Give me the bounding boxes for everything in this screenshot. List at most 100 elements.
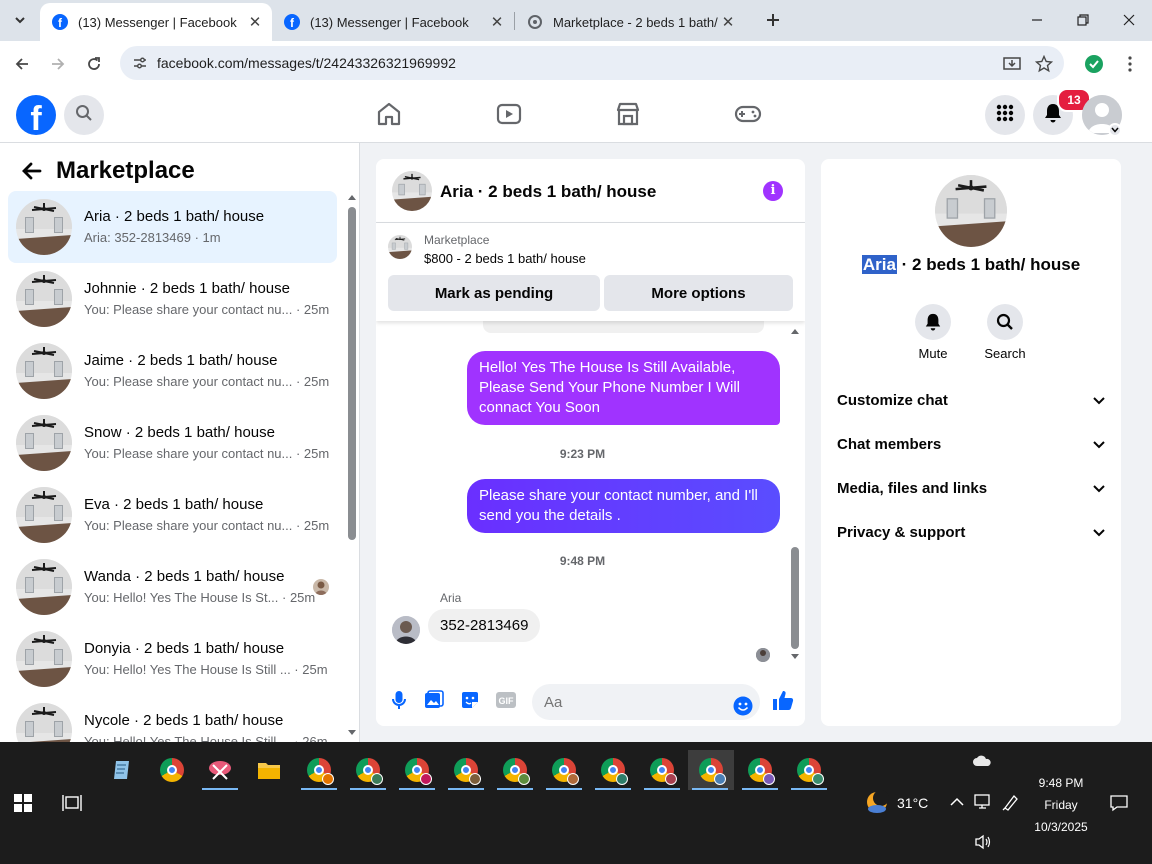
privacy-support-section[interactable]: Privacy & support — [829, 510, 1113, 554]
chrome-profile-icon[interactable] — [444, 750, 488, 790]
home-icon[interactable] — [375, 100, 403, 128]
conversation-item[interactable]: Donyia · 2 beds 1 bath/ house You: Hello!… — [8, 623, 337, 695]
menu-grid-button[interactable] — [985, 95, 1025, 135]
video-icon[interactable] — [495, 100, 523, 128]
gaming-icon[interactable] — [734, 100, 762, 128]
conversation-item[interactable]: Johnnie · 2 beds 1 bath/ house You: Pleas… — [8, 263, 337, 335]
microphone-icon[interactable] — [388, 689, 410, 711]
account-chevron-down-icon[interactable] — [1108, 123, 1122, 137]
listing-thumbnail — [16, 487, 72, 543]
listing-thumbnail — [16, 559, 72, 615]
chrome-profile-icon[interactable] — [395, 750, 439, 790]
close-window-icon[interactable] — [1106, 0, 1152, 40]
site-settings-icon[interactable] — [132, 55, 148, 76]
conversation-item[interactable]: Wanda · 2 beds 1 bath/ house You: Hello! … — [8, 551, 337, 623]
incoming-message[interactable]: 352-2813469 — [428, 609, 541, 642]
forward-arrow-icon[interactable] — [44, 50, 72, 78]
extension-icon[interactable] — [1080, 50, 1108, 78]
outgoing-message[interactable]: Hello! Yes The House Is Still Available,… — [467, 351, 780, 425]
tab-close-icon[interactable]: ✕ — [488, 13, 506, 31]
chrome-profile-m-icon[interactable] — [297, 750, 341, 790]
conversation-item[interactable]: Snow · 2 beds 1 bath/ house You: Please s… — [8, 407, 337, 479]
listing-title[interactable]: $800 - 2 beds 1 bath/ house — [424, 251, 586, 266]
marketplace-icon[interactable] — [614, 100, 642, 128]
emoji-icon[interactable] — [732, 695, 754, 717]
reload-icon[interactable] — [80, 50, 108, 78]
address-bar[interactable]: facebook.com/messages/t/2424332632196999… — [120, 46, 1064, 80]
weather-moon-icon[interactable] — [864, 790, 890, 819]
listing-avatar[interactable] — [392, 171, 432, 211]
chrome-profile-icon[interactable] — [493, 750, 537, 790]
network-icon[interactable] — [974, 794, 992, 813]
install-app-icon[interactable] — [998, 50, 1026, 78]
back-arrow-icon[interactable] — [8, 50, 36, 78]
browser-tab-messenger-2[interactable]: f (13) Messenger | Facebook ✕ — [272, 3, 514, 41]
listing-large-avatar[interactable] — [935, 175, 1007, 247]
page-scrollbar[interactable] — [1137, 143, 1152, 742]
mute-action[interactable]: Mute — [903, 304, 963, 361]
new-tab-plus-icon[interactable] — [750, 0, 796, 40]
chrome-profile-active-icon[interactable] — [688, 750, 734, 790]
sticker-icon[interactable] — [459, 689, 481, 711]
chrome-profile-icon[interactable] — [640, 750, 684, 790]
bookmark-star-icon[interactable] — [1030, 50, 1058, 78]
like-thumbs-up-icon[interactable] — [772, 689, 794, 711]
search-label: Search — [984, 346, 1026, 361]
show-hidden-icons-chevron-icon[interactable] — [950, 794, 964, 810]
task-view-icon[interactable] — [62, 794, 82, 815]
conversation-item[interactable]: Nycole · 2 beds 1 bath/ house You: Hello!… — [8, 695, 337, 742]
back-arrow-icon[interactable] — [18, 157, 46, 185]
conversation-name: Snow · 2 beds 1 bath/ house — [84, 424, 275, 441]
conversation-name: Nycole · 2 beds 1 bath/ house — [84, 712, 284, 729]
restore-window-icon[interactable] — [1060, 0, 1106, 40]
facebook-search-button[interactable] — [64, 95, 104, 135]
chrome-app-icon[interactable] — [150, 750, 194, 790]
weather-temperature[interactable]: 31°C — [897, 795, 928, 811]
outgoing-message[interactable]: Please share your contact number, and I'… — [467, 479, 780, 533]
browser-tab-messenger-1[interactable]: f (13) Messenger | Facebook ✕ — [40, 3, 272, 41]
notepad-app-icon[interactable] — [100, 750, 144, 790]
mark-as-pending-button[interactable]: Mark as pending — [388, 275, 600, 311]
tab-close-icon[interactable]: ✕ — [719, 13, 737, 31]
search-action[interactable]: Search — [975, 304, 1035, 361]
windows-start-icon[interactable] — [14, 794, 32, 815]
conversation-item[interactable]: Aria · 2 beds 1 bath/ house Aria: 352-281… — [8, 191, 337, 263]
chrome-profile-icon[interactable] — [787, 750, 831, 790]
onedrive-cloud-icon[interactable] — [972, 754, 992, 770]
more-options-button[interactable]: More options — [604, 275, 793, 311]
conversation-item[interactable]: Jaime · 2 beds 1 bath/ house You: Please … — [8, 335, 337, 407]
chrome-profile-icon[interactable] — [346, 750, 390, 790]
sidebar-scrollbar[interactable] — [347, 195, 357, 735]
gif-icon[interactable]: GIF — [495, 689, 517, 711]
notification-center-icon[interactable] — [1110, 794, 1128, 815]
info-icon[interactable]: i — [763, 181, 783, 201]
chevron-down-icon — [1093, 524, 1105, 541]
snipping-tool-icon[interactable] — [198, 750, 242, 790]
message-input[interactable] — [532, 684, 760, 720]
thread-scrollbar[interactable] — [789, 321, 801, 661]
listing-thumbnail[interactable] — [388, 235, 412, 259]
facebook-logo-icon[interactable]: f — [16, 95, 56, 135]
chat-members-section[interactable]: Chat members — [829, 422, 1113, 466]
sender-avatar[interactable] — [392, 616, 420, 644]
browser-menu-icon[interactable] — [1116, 50, 1144, 78]
tab-search-chevron-icon[interactable] — [0, 0, 40, 40]
customize-chat-section[interactable]: Customize chat — [829, 378, 1113, 422]
bell-icon[interactable] — [915, 304, 951, 340]
file-explorer-icon[interactable] — [247, 750, 291, 790]
chrome-profile-icon[interactable] — [738, 750, 782, 790]
system-clock[interactable]: 9:48 PM Friday 10/3/2025 — [1018, 772, 1104, 838]
windows-taskbar: 31°C 9:48 PM Friday 10/3/2025 — [0, 742, 1152, 864]
photo-icon[interactable] — [423, 689, 445, 711]
chat-title[interactable]: Aria · 2 beds 1 bath/ house — [440, 182, 656, 202]
chrome-profile-icon[interactable] — [542, 750, 586, 790]
chrome-profile-icon[interactable] — [591, 750, 635, 790]
media-files-links-section[interactable]: Media, files and links — [829, 466, 1113, 510]
browser-tab-marketplace[interactable]: Marketplace - 2 beds 1 bath/ house ✕ — [515, 3, 751, 41]
conversation-preview: You: Please share your contact nu... · 2… — [84, 518, 330, 533]
volume-speaker-icon[interactable] — [974, 834, 992, 853]
minimize-window-icon[interactable] — [1014, 0, 1060, 40]
conversation-item[interactable]: Eva · 2 beds 1 bath/ house You: Please sh… — [8, 479, 337, 551]
search-icon[interactable] — [987, 304, 1023, 340]
tab-close-icon[interactable]: ✕ — [246, 13, 264, 31]
